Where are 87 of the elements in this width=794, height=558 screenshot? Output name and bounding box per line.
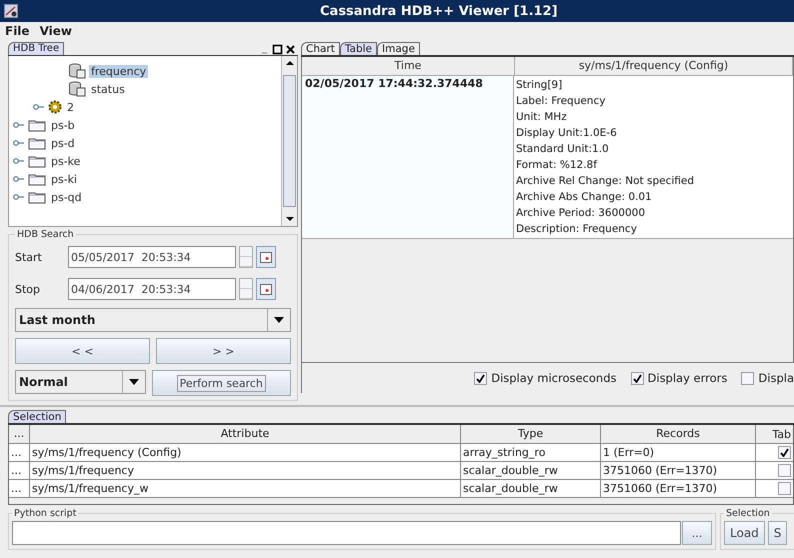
folder-icon xyxy=(28,154,46,168)
table-cell: scalar_double_rw xyxy=(461,480,601,497)
table-cell: scalar_double_rw xyxy=(461,462,601,479)
table-cell: sy/ms/1/frequency_w xyxy=(30,480,461,497)
scrollbar[interactable] xyxy=(281,56,297,226)
database-icon xyxy=(68,81,86,97)
checkbox[interactable] xyxy=(778,446,791,459)
column-header[interactable]: ... xyxy=(9,425,30,443)
column-header[interactable]: Type xyxy=(461,425,601,443)
mode-dropdown[interactable]: Normal xyxy=(15,370,146,394)
tree-item[interactable]: frequency xyxy=(89,64,148,78)
table-cell: 02/05/2017 17:44:32.374448 xyxy=(302,76,514,238)
field-label: Stop xyxy=(15,282,42,296)
tree-item[interactable]: ps-b xyxy=(49,118,77,132)
previous-button[interactable]: < < xyxy=(15,338,150,364)
row-handle[interactable]: ... xyxy=(9,462,30,479)
perform-search-button[interactable]: Perform search xyxy=(152,370,291,396)
table-cell: sy/ms/1/frequency xyxy=(30,462,461,479)
folder-icon xyxy=(28,118,46,132)
selection-button[interactable]: Load xyxy=(724,521,765,545)
checkbox[interactable] xyxy=(474,372,488,384)
column-header[interactable]: sy/ms/1/frequency (Config) xyxy=(515,57,793,75)
folder-icon xyxy=(28,172,46,186)
browse-button[interactable]: ... xyxy=(682,521,712,545)
close-icon[interactable] xyxy=(285,44,296,55)
expand-handle-icon[interactable] xyxy=(13,139,25,147)
date-field[interactable]: 05/05/2017 20:53:34 xyxy=(68,246,236,268)
calendar-icon xyxy=(260,252,272,262)
group-title: Selection xyxy=(725,508,771,519)
tree-item[interactable]: ps-ke xyxy=(49,154,82,168)
column-header[interactable]: Records xyxy=(601,425,756,443)
calendar-icon xyxy=(260,284,272,294)
tree-item[interactable]: 2 xyxy=(65,100,76,114)
checkbox[interactable] xyxy=(778,464,791,477)
scroll-thumb[interactable] xyxy=(283,75,296,207)
expand-handle-icon[interactable] xyxy=(13,121,25,129)
app-icon xyxy=(4,4,18,18)
maximize-icon[interactable] xyxy=(272,44,283,55)
gear-icon xyxy=(48,100,62,114)
column-header[interactable]: Attribute xyxy=(30,425,461,443)
tree-item[interactable]: ps-qd xyxy=(49,190,84,204)
checkbox-label: Display microseconds xyxy=(491,371,617,385)
checkbox[interactable] xyxy=(630,372,644,384)
next-button[interactable]: > > xyxy=(156,338,291,364)
expand-handle-icon[interactable] xyxy=(13,175,25,183)
column-header[interactable]: Time xyxy=(302,57,515,75)
view-tab[interactable]: Image xyxy=(377,42,420,55)
selection-button[interactable]: S xyxy=(768,521,788,545)
menu-item[interactable]: File xyxy=(5,24,30,38)
range-dropdown[interactable]: Last month xyxy=(15,308,291,332)
table-cell: 1 (Err=0) xyxy=(601,444,756,461)
menu-item[interactable]: View xyxy=(40,24,72,38)
checkbox[interactable] xyxy=(778,482,791,495)
calendar-button[interactable] xyxy=(256,246,276,268)
folder-icon xyxy=(28,190,46,204)
column-header[interactable]: Tab xyxy=(756,425,793,443)
folder-icon xyxy=(28,136,46,150)
tree-item[interactable]: ps-d xyxy=(49,136,77,150)
scroll-up-icon[interactable] xyxy=(284,59,294,67)
checkbox-label: Display errors xyxy=(648,371,728,385)
database-icon xyxy=(68,63,86,79)
table-cell: array_string_ro xyxy=(461,444,601,461)
view-tab[interactable]: Chart xyxy=(301,42,340,55)
tree-item[interactable]: ps-ki xyxy=(49,172,80,186)
group-title: HDB Search xyxy=(16,229,75,240)
script-field[interactable] xyxy=(12,521,681,545)
checkbox[interactable] xyxy=(741,372,754,384)
calendar-button[interactable] xyxy=(256,278,276,300)
expand-handle-icon[interactable] xyxy=(13,157,25,165)
scroll-down-icon[interactable] xyxy=(284,215,294,223)
row-handle[interactable]: ... xyxy=(9,444,30,461)
panel-tab[interactable]: Selection xyxy=(8,410,66,423)
table-cell-text: String[9] Label: Frequency Unit: MHz Display Unit:1.0E-6 Standard Unit:1.0 Format: %12.8f Archive Rel Change: Not specified Archive Abs Change: 0.01 Archive Period: 3600000 Description: Frequency xyxy=(515,78,695,237)
date-field[interactable]: 04/06/2017 20:53:34 xyxy=(68,278,236,300)
expand-handle-icon[interactable] xyxy=(13,193,25,201)
expand-handle-icon[interactable] xyxy=(33,103,45,111)
tree-item[interactable]: status xyxy=(89,82,127,96)
table-cell: 3751060 (Err=1370) xyxy=(601,480,756,497)
panel-tab[interactable]: HDB Tree xyxy=(8,42,64,55)
checkbox-label: Displa xyxy=(758,371,794,385)
row-handle[interactable]: ... xyxy=(9,480,30,497)
view-tab[interactable]: Table xyxy=(340,42,378,55)
window-title: Cassandra HDB++ Viewer [1.12] xyxy=(320,4,558,18)
field-label: Start xyxy=(15,250,43,264)
table-cell: sy/ms/1/frequency (Config) xyxy=(30,444,461,461)
table-cell: 3751060 (Err=1370) xyxy=(601,462,756,479)
group-title: Python script xyxy=(13,508,78,519)
